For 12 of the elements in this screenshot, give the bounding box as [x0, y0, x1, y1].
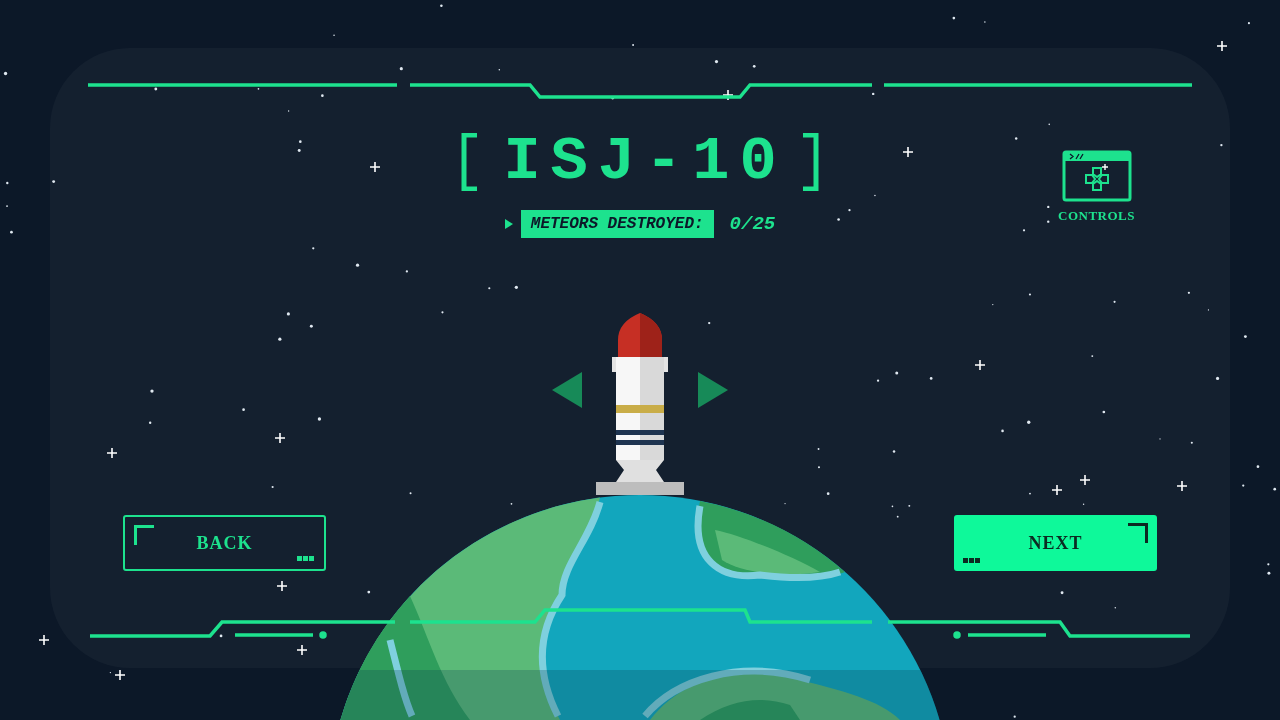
- right-arrow-icon[interactable]: [698, 372, 728, 408]
- gamepad-window-icon: [1061, 150, 1132, 202]
- back-button[interactable]: BACK: [123, 515, 326, 571]
- left-arrow-icon[interactable]: [552, 372, 582, 408]
- counter-label: METEORS DESTROYED:: [520, 210, 714, 238]
- next-button[interactable]: NEXT: [954, 515, 1157, 571]
- counter-value: 0/25: [729, 213, 776, 235]
- pointer-icon: [504, 219, 513, 229]
- bracket-icon: [461, 133, 480, 191]
- level-title: ISJ-10: [503, 131, 787, 193]
- controls-button[interactable]: CONTROLS: [1058, 150, 1135, 224]
- bracket-icon: [800, 133, 819, 191]
